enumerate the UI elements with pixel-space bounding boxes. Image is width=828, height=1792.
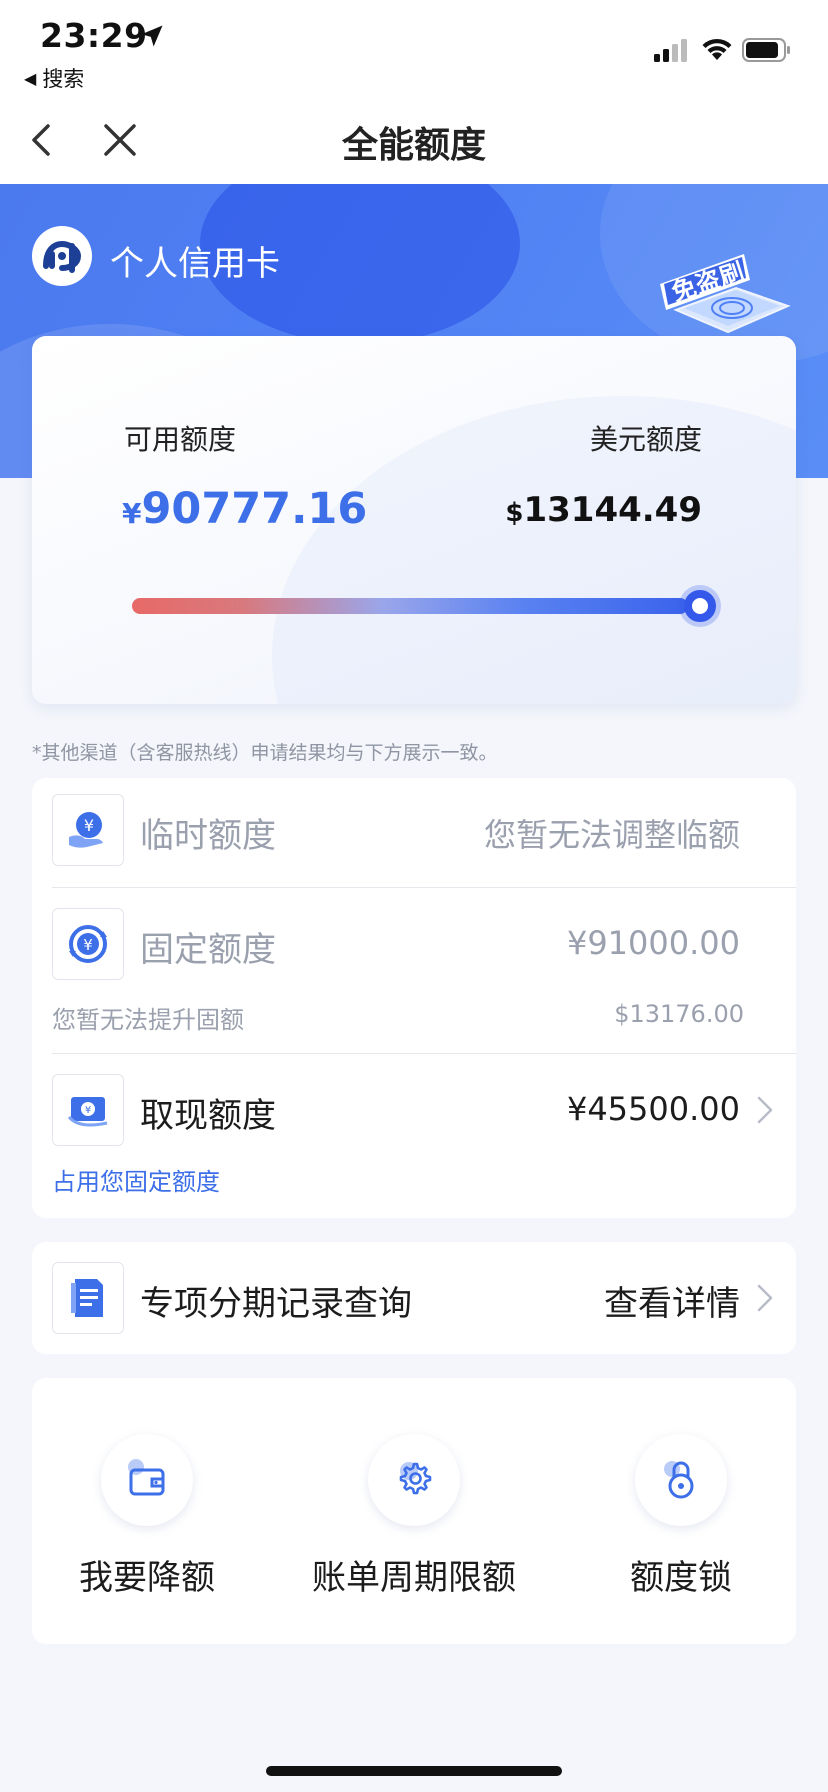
cash-limit-icon: ¥ [52, 1074, 124, 1146]
chevron-right-icon [757, 1096, 773, 1124]
cash-limit-note: 占用您固定额度 [52, 1168, 220, 1196]
svg-text:¥: ¥ [85, 1105, 91, 1116]
installment-record-row[interactable]: 专项分期记录查询 查看详情 [32, 1242, 796, 1354]
available-amount-value: 90777.16 [141, 484, 368, 534]
cash-limit-value: ¥45500.00 [566, 1090, 740, 1128]
cellular-signal-icon [654, 39, 687, 62]
view-details-link[interactable]: 查看详情 [604, 1276, 740, 1325]
billing-cycle-limit-button[interactable]: 账单周期限额 [299, 1434, 529, 1599]
bank-logo [32, 226, 92, 286]
usd-credit-amount: $13144.49 [505, 490, 702, 530]
bank-logo-icon [43, 240, 82, 273]
usd-credit-label: 美元额度 [589, 423, 702, 456]
status-time: 23:29 [40, 16, 148, 55]
credit-usage-knob [684, 590, 716, 622]
lock-icon [635, 1434, 727, 1526]
anti-fraud-badge: 免盗刷 [656, 240, 796, 350]
fixed-limit-usd-value: $13176.00 [614, 1000, 744, 1028]
nav-bar: 全能额度 [0, 96, 828, 184]
installment-record-title: 专项分期记录查询 [140, 1284, 412, 1324]
available-credit-card: 可用额度 美元额度 ¥90777.16 $13144.49 [32, 336, 796, 704]
svg-text:¥: ¥ [84, 816, 94, 835]
disclaimer-text: *其他渠道（含客服热线）申请结果均与下方展示一致。 [32, 742, 498, 764]
wifi-icon [702, 38, 732, 60]
installment-document-icon [52, 1262, 124, 1334]
billing-cycle-limit-label: 账单周期限额 [312, 1558, 516, 1598]
status-bar: 23:29 ◀ 搜索 [0, 0, 828, 96]
quick-actions-panel: 我要降额 账单周期限额 额度锁 [32, 1378, 796, 1644]
fixed-limit-icon: ¥ [52, 908, 124, 980]
battery-icon [742, 38, 790, 62]
back-to-app-link[interactable]: ◀ 搜索 [24, 63, 84, 93]
page-title: 全能额度 [341, 125, 486, 166]
temporary-limit-title: 临时额度 [140, 816, 276, 856]
fixed-limit-note: 您暂无法提升固额 [52, 1006, 244, 1034]
gear-icon [368, 1434, 460, 1526]
reduce-limit-label: 我要降额 [79, 1558, 215, 1598]
temporary-limit-icon: ¥ [52, 794, 124, 866]
reduce-limit-button[interactable]: 我要降额 [32, 1434, 262, 1599]
available-credit-label: 可用额度 [124, 423, 237, 456]
back-triangle-icon: ◀ [24, 68, 37, 88]
cash-limit-row[interactable]: ¥ 取现额度 ¥45500.00 占用您固定额度 [32, 1054, 796, 1218]
limit-lock-label: 额度锁 [630, 1558, 732, 1598]
cash-limit-title: 取现额度 [140, 1096, 276, 1136]
chevron-right-icon [757, 1284, 773, 1312]
wallet-icon [101, 1434, 193, 1526]
card-name: 个人信用卡 [110, 244, 280, 284]
location-arrow-icon [141, 25, 163, 47]
decorative-circle [272, 396, 796, 704]
available-currency-symbol: ¥ [122, 497, 142, 530]
home-indicator[interactable] [266, 1766, 562, 1776]
svg-text:¥: ¥ [83, 936, 93, 954]
usd-currency-symbol: $ [505, 498, 524, 528]
available-credit-amount: ¥90777.16 [122, 484, 367, 534]
divider [52, 887, 796, 888]
limit-lock-button[interactable]: 额度锁 [566, 1434, 796, 1599]
usd-amount-value: 13144.49 [523, 490, 702, 530]
back-app-label: 搜索 [42, 67, 85, 91]
fixed-limit-value: ¥91000.00 [566, 924, 740, 962]
fixed-limit-title: 固定额度 [140, 930, 276, 970]
limits-panel: ¥ 临时额度 您暂无法调整临额 ¥ 固定额度 ¥91000.00 您暂无法提升固… [32, 778, 796, 1218]
temporary-limit-value: 您暂无法调整临额 [483, 816, 740, 854]
credit-usage-bar [132, 598, 688, 614]
